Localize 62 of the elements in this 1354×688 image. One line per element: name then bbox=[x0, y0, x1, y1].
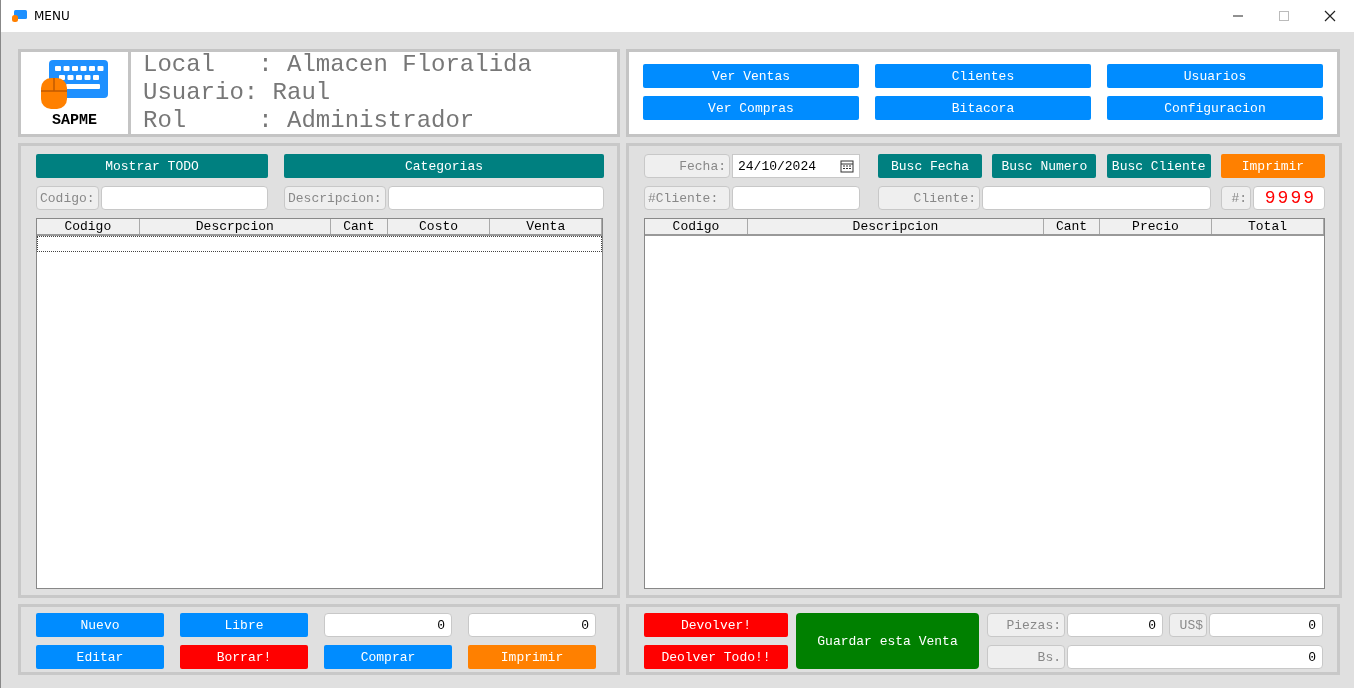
return-button[interactable]: Deolver Todo!! bbox=[644, 645, 788, 669]
action-button[interactable]: Editar bbox=[36, 645, 164, 669]
column-header: Descripcion bbox=[748, 219, 1044, 234]
action-button[interactable]: Imprimir bbox=[468, 645, 596, 669]
column-header: Codigo bbox=[37, 219, 140, 234]
column-header: Codigo bbox=[645, 219, 748, 234]
close-icon[interactable] bbox=[1324, 10, 1336, 22]
search-button[interactable]: Busc Cliente bbox=[1106, 154, 1211, 178]
field-label: #Cliente: bbox=[644, 186, 730, 210]
column-header: Cant bbox=[1044, 219, 1100, 234]
column-header: Venta bbox=[490, 219, 602, 234]
sale-number-field[interactable]: 9999 bbox=[1253, 186, 1325, 210]
column-header: Cant bbox=[330, 219, 388, 234]
field-label: #: bbox=[1221, 186, 1251, 210]
input-field[interactable] bbox=[100, 186, 268, 210]
number-field[interactable]: 0 bbox=[468, 613, 596, 637]
field-label: Codigo: bbox=[36, 186, 99, 210]
calendar-icon[interactable] bbox=[840, 159, 854, 173]
field-label: Piezas: bbox=[987, 613, 1065, 637]
column-header: Descrpcion bbox=[139, 219, 331, 234]
info-line: Usuario: Raul bbox=[143, 79, 332, 107]
number-field[interactable]: 0 bbox=[1067, 613, 1163, 637]
search-button[interactable]: Busc Numero bbox=[992, 154, 1097, 178]
column-header: Total bbox=[1212, 219, 1324, 234]
number-field[interactable]: 0 bbox=[1067, 645, 1323, 669]
info-line: Local : Almacen Floralida bbox=[143, 51, 532, 79]
input-field[interactable] bbox=[982, 186, 1211, 210]
filter-button[interactable]: Mostrar TODO bbox=[36, 154, 268, 178]
field-label: Fecha: bbox=[644, 154, 730, 178]
field-label: Descripcion: bbox=[284, 186, 386, 210]
column-header: Costo bbox=[387, 219, 491, 234]
nav-button[interactable]: Bitacora bbox=[875, 96, 1091, 120]
app-icon bbox=[12, 9, 28, 23]
nav-button[interactable]: Ver Compras bbox=[643, 96, 859, 120]
keyboard-mouse-icon bbox=[39, 57, 110, 110]
maximize-icon[interactable] bbox=[1278, 10, 1290, 22]
empty-table-row[interactable] bbox=[37, 236, 602, 252]
field-label: US$ bbox=[1169, 613, 1207, 637]
nav-button[interactable]: Configuracion bbox=[1107, 96, 1323, 120]
filter-button[interactable]: Categorias bbox=[284, 154, 604, 178]
search-button[interactable]: Busc Fecha bbox=[878, 154, 982, 178]
search-button[interactable]: Imprimir bbox=[1221, 154, 1325, 178]
return-button[interactable]: Devolver! bbox=[644, 613, 788, 637]
nav-button[interactable]: Ver Ventas bbox=[643, 64, 859, 88]
save-sale-button[interactable]: Guardar esta Venta bbox=[796, 613, 979, 669]
action-button[interactable]: Nuevo bbox=[36, 613, 164, 637]
nav-button[interactable]: Clientes bbox=[875, 64, 1091, 88]
field-label: Cliente: bbox=[878, 186, 980, 210]
logo-text: SAPME bbox=[52, 111, 97, 129]
number-field[interactable]: 0 bbox=[1209, 613, 1323, 637]
window-title: MENU bbox=[34, 9, 70, 23]
column-header: Precio bbox=[1100, 219, 1212, 234]
action-button[interactable]: Borrar! bbox=[180, 645, 308, 669]
action-button[interactable]: Libre bbox=[180, 613, 308, 637]
info-line: Rol : Administrador bbox=[143, 107, 476, 135]
input-field[interactable] bbox=[732, 186, 860, 210]
input-field[interactable] bbox=[387, 186, 604, 210]
nav-button[interactable]: Usuarios bbox=[1107, 64, 1323, 88]
number-field[interactable]: 0 bbox=[324, 613, 452, 637]
date-field[interactable]: 24/10/2024 bbox=[732, 154, 860, 178]
action-button[interactable]: Comprar bbox=[324, 645, 452, 669]
field-label: Bs. bbox=[987, 645, 1065, 669]
